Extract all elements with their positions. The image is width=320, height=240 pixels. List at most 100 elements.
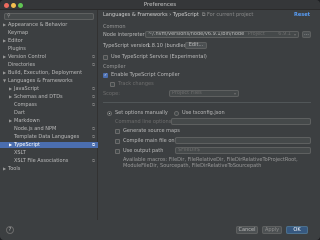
project-scope-note: ⧉ For current project (201, 12, 254, 18)
use-output-path-checkbox[interactable] (115, 149, 120, 154)
chevron-right-icon[interactable]: ▶ (9, 86, 12, 92)
sidebar-item-version-control[interactable]: ▶ Version Control ⧉ (0, 54, 98, 60)
sidebar-item-label: TypeScript (14, 142, 40, 148)
compiler-section-title: Compiler (103, 64, 126, 70)
compile-main-file-checkbox[interactable] (115, 139, 120, 144)
chevron-right-icon[interactable]: ▶ (9, 118, 12, 124)
track-changes-checkbox[interactable] (110, 82, 115, 87)
node-interpreter-scope: Project (247, 31, 265, 37)
project-scope-icon: ⧉ (92, 54, 95, 59)
sidebar-item-label: Languages & Frameworks (8, 78, 73, 84)
sidebar-item-label: Build, Execution, Deployment (8, 70, 83, 76)
chevron-right-icon[interactable]: ▶ (3, 54, 6, 60)
reset-link[interactable]: Reset (294, 12, 310, 18)
project-scope-icon: ⧉ (92, 102, 95, 107)
use-tsconfig-radio[interactable] (174, 111, 179, 116)
set-options-manually-radio[interactable] (107, 111, 112, 116)
sidebar-item-schemas-dtds[interactable]: ▶ Schemas and DTDs ⧉ (0, 94, 98, 100)
ok-button[interactable]: OK (286, 226, 308, 234)
sidebar-item-keymap[interactable]: Keymap (0, 30, 98, 36)
enable-compiler-label: Enable TypeScript Compiler (111, 72, 180, 78)
search-icon: ⚲ (7, 13, 11, 19)
use-tsconfig-label: Use tsconfig.json (182, 110, 225, 116)
project-scope-icon: ⧉ (92, 158, 95, 163)
sidebar-item-label: Compass (14, 102, 37, 108)
ts-version-value: 1.8.10 (bundled) (147, 43, 189, 49)
sidebar-item-directories[interactable]: Directories ⧉ (0, 62, 98, 68)
ts-version-label: TypeScript version: (103, 43, 151, 49)
browse-node-button[interactable]: … (302, 31, 311, 38)
sidebar-item-template-data-languages[interactable]: Template Data Languages ⧉ (0, 134, 98, 140)
settings-content-panel: Languages & Frameworks › TypeScript ⧉ For… (99, 10, 320, 220)
node-version: 6.9.1 (278, 31, 291, 37)
sidebar-item-label: Editor (8, 38, 23, 44)
sidebar-item-compass[interactable]: Compass ⧉ (0, 102, 98, 108)
command-line-options-field[interactable] (171, 118, 311, 125)
command-line-options-label: Command line options: (115, 119, 174, 125)
chevron-right-icon[interactable]: ▶ (3, 166, 6, 172)
chevron-right-icon[interactable]: ▶ (3, 70, 6, 76)
common-section-title: Common (103, 24, 126, 30)
track-changes-label: Track changes (118, 81, 154, 87)
chevron-right-icon[interactable]: ▶ (3, 38, 6, 44)
sidebar-item-label: Keymap (8, 30, 29, 36)
chevron-right-icon[interactable]: ▶ (9, 94, 12, 100)
sidebar-item-label: Appearance & Behavior (8, 22, 68, 28)
sidebar-item-label: Plugins (8, 46, 26, 52)
chevron-right-icon[interactable]: ▶ (3, 22, 6, 28)
sidebar-item-editor[interactable]: ▶ Editor (0, 38, 98, 44)
sidebar-item-xslt[interactable]: XSLT (0, 150, 98, 156)
edit-ts-version-button[interactable]: Edit... (185, 42, 207, 49)
settings-search-input[interactable]: ⚲ (4, 13, 94, 20)
use-ts-service-checkbox[interactable] (103, 55, 108, 60)
sidebar-item-build-execution-deployment[interactable]: ▶ Build, Execution, Deployment (0, 70, 98, 76)
chevron-down-icon[interactable]: ▼ (3, 78, 6, 84)
sidebar-item-nodejs-npm[interactable]: Node.js and NPM ⧉ (0, 126, 98, 132)
divider (103, 102, 311, 103)
settings-sidebar: ⚲ ▶ Appearance & Behavior Keymap ▶ Edito… (0, 10, 98, 220)
sidebar-item-label: Node.js and NPM (14, 126, 57, 132)
sidebar-item-appearance-behavior[interactable]: ▶ Appearance & Behavior (0, 22, 98, 28)
generate-source-maps-checkbox[interactable] (115, 129, 120, 134)
chevron-down-icon[interactable]: ▾ (234, 91, 236, 96)
breadcrumb: Languages & Frameworks › TypeScript ⧉ For… (103, 12, 253, 18)
sidebar-item-dart[interactable]: Dart (0, 110, 98, 116)
dialog-footer: ? Cancel Apply OK (0, 220, 320, 240)
sidebar-item-label: XSLT File Associations (14, 158, 69, 164)
enable-compiler-checkbox[interactable] (103, 72, 108, 78)
chevron-right-icon[interactable]: ▶ (9, 142, 12, 148)
project-scope-icon: ⧉ (92, 86, 95, 91)
cancel-button[interactable]: Cancel (236, 226, 258, 234)
main-file-field[interactable] (175, 137, 311, 144)
title-bar: Preferences (0, 0, 320, 10)
node-interpreter-field[interactable]: ~/.nvm/versions/node/v6.9.1/bin/node Pro… (145, 31, 299, 38)
node-interpreter-label: Node interpreter: (103, 32, 147, 38)
output-path-field[interactable]: $FileDir$ (175, 147, 311, 154)
breadcrumb-path: Languages & Frameworks › TypeScript (103, 12, 199, 18)
project-scope-icon: ⧉ (92, 94, 95, 99)
sidebar-item-plugins[interactable]: Plugins (0, 46, 98, 52)
sidebar-item-markdown[interactable]: ▶ Markdown (0, 118, 98, 124)
sidebar-item-tools[interactable]: ▶ Tools (0, 166, 98, 172)
project-scope-icon: ⧉ (92, 126, 95, 131)
use-ts-service-label: Use TypeScript Service (Experimental) (111, 54, 207, 60)
output-path-value: $FileDir$ (178, 147, 201, 153)
chevron-down-icon[interactable]: ▾ (294, 32, 296, 37)
scope-label: Scope: (103, 91, 120, 97)
sidebar-item-label: Version Control (8, 54, 47, 60)
project-scope-icon: ⧉ (92, 134, 95, 139)
use-output-path-label: Use output path (123, 148, 164, 154)
sidebar-item-javascript[interactable]: ▶ JavaScript ⧉ (0, 86, 98, 92)
apply-button[interactable]: Apply (262, 226, 282, 234)
scope-value: Project Files (172, 90, 202, 96)
sidebar-item-languages-frameworks[interactable]: ▼ Languages & Frameworks (0, 78, 98, 84)
sidebar-item-label: Schemas and DTDs (14, 94, 63, 100)
scope-select[interactable]: Project Files ▾ (169, 90, 239, 97)
sidebar-item-typescript[interactable]: ▶ TypeScript ⧉ (0, 142, 98, 148)
set-options-manually-label: Set options manually (115, 110, 168, 116)
sidebar-item-xslt-file-associations[interactable]: XSLT File Associations ⧉ (0, 158, 98, 164)
help-button[interactable]: ? (6, 226, 14, 234)
sidebar-item-label: Dart (14, 110, 25, 116)
node-interpreter-path: ~/.nvm/versions/node/v6.9.1/bin/node (148, 31, 245, 37)
sidebar-item-label: Markdown (14, 118, 40, 124)
